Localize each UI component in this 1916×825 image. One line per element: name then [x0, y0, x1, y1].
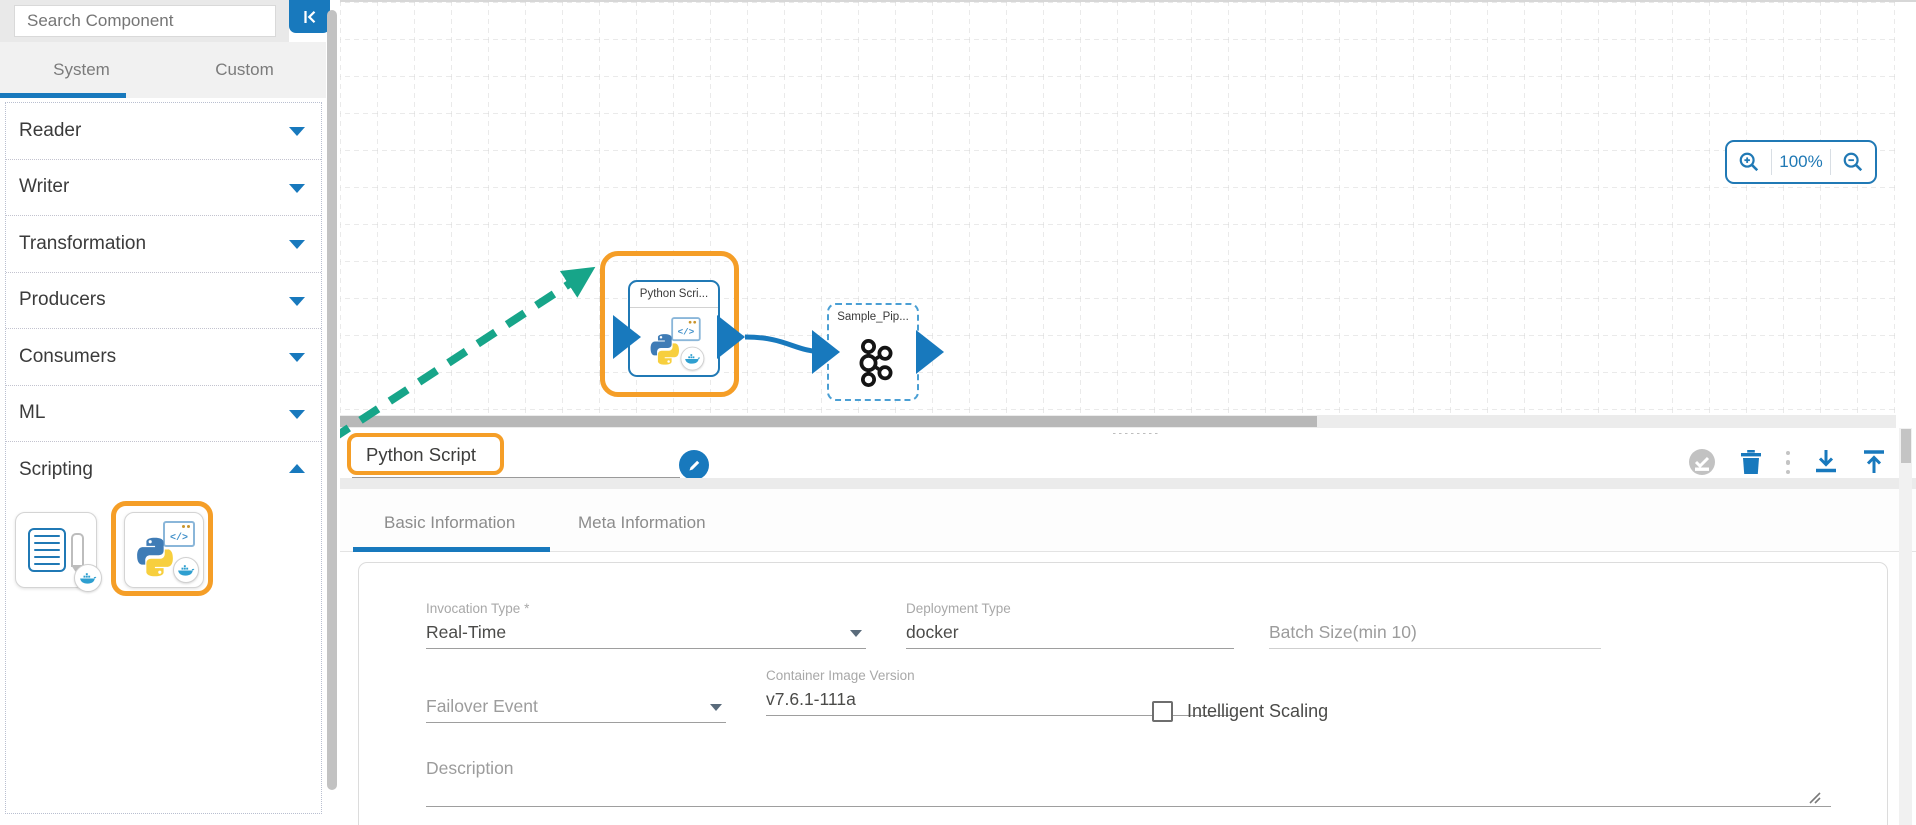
delete-button[interactable]	[1740, 449, 1762, 475]
component-accordion: Reader Writer Transformation Producers C…	[5, 102, 322, 814]
textarea-resize-handle[interactable]	[1807, 790, 1821, 804]
panel-action-buttons	[1688, 448, 1887, 477]
zoom-in-icon	[1739, 152, 1759, 172]
search-box	[14, 5, 299, 37]
description-textarea[interactable]: Description	[426, 758, 1831, 807]
component-name-input[interactable]: Python Script	[366, 444, 476, 466]
canvas-zoom-control: 100%	[1725, 140, 1877, 184]
panel-vscrollbar-thumb[interactable]	[1900, 429, 1911, 463]
canvas-hscrollbar-thumb[interactable]	[340, 416, 1317, 427]
download-config-button[interactable]	[1814, 449, 1838, 475]
search-input[interactable]	[15, 6, 299, 36]
component-name-row: Python Script	[340, 433, 1916, 480]
active-sidebar-tab-underline	[0, 93, 126, 98]
intelligent-scaling-checkbox[interactable]: Intelligent Scaling	[1152, 701, 1328, 722]
chevron-down-icon	[289, 296, 305, 306]
check-circle-icon	[1688, 449, 1715, 476]
chevron-down-icon	[289, 183, 305, 193]
tab-custom[interactable]: Custom	[163, 42, 326, 98]
canvas-hscrollbar-track[interactable]	[340, 415, 1896, 428]
pipeline-editor: 100% Python Scri... </> Sample_Pip... Py…	[0, 0, 1916, 825]
node-sample-pipeline[interactable]: Sample_Pip...	[827, 303, 919, 401]
invocation-type-select[interactable]: Invocation Type * Real-Time	[426, 601, 866, 649]
python-logo-icon	[650, 334, 680, 365]
chevron-down-icon	[850, 630, 862, 637]
batch-size-field[interactable]: Batch Size(min 10)	[1269, 601, 1601, 649]
category-ml[interactable]: ML	[6, 386, 321, 442]
docker-whale-icon	[178, 564, 195, 576]
sidebar-scrollbar-thumb[interactable]	[327, 10, 337, 790]
panel-tabs: Basic Information Meta Information	[340, 489, 1916, 552]
panel-divider	[340, 478, 1916, 489]
component-tile-python-script[interactable]: </>	[124, 512, 204, 588]
active-tab-underline	[353, 547, 550, 552]
script-document-icon	[28, 528, 66, 572]
tabs-hairline	[340, 551, 1916, 552]
component-config-panel: Python Script Basic Information Meta Inf…	[340, 428, 1916, 825]
chevron-down-icon	[289, 127, 305, 136]
trash-icon	[1740, 450, 1761, 475]
docker-whale-icon	[685, 353, 701, 364]
pencil-icon	[689, 460, 699, 470]
docker-badge	[74, 564, 102, 592]
failover-event-select[interactable]: Failover Event	[426, 675, 726, 723]
category-consumers[interactable]: Consumers	[6, 329, 321, 386]
canvas-grid	[340, 2, 1896, 417]
zoom-out-button[interactable]	[1831, 142, 1875, 182]
basic-information-form: Invocation Type * Real-Time Deployment T…	[358, 562, 1888, 825]
python-logo-icon	[137, 537, 173, 577]
component-sidebar: System Custom Reader Writer Transformati…	[0, 0, 340, 825]
docker-badge	[173, 557, 199, 583]
python-script-icon: </>	[647, 317, 705, 371]
collapse-sidebar-button[interactable]	[289, 0, 330, 33]
chevron-down-icon	[289, 240, 305, 249]
category-scripting[interactable]: Scripting	[6, 442, 321, 499]
more-options-button[interactable]	[1785, 448, 1790, 477]
chevron-down-icon	[289, 353, 305, 362]
pen-icon	[71, 533, 84, 574]
checkbox-icon[interactable]	[1152, 701, 1173, 722]
validate-button[interactable]	[1688, 448, 1716, 476]
category-transformation[interactable]: Transformation	[6, 216, 321, 273]
tab-system[interactable]: System	[0, 42, 163, 98]
category-reader[interactable]: Reader	[6, 103, 321, 160]
upload-icon	[1864, 450, 1884, 474]
node-python-script[interactable]: Python Scri... </>	[628, 280, 720, 377]
zoom-level: 100%	[1771, 149, 1831, 175]
docker-badge	[680, 346, 705, 371]
zoom-out-icon	[1843, 152, 1863, 172]
node-label: Python Scri...	[630, 282, 718, 308]
chevron-down-icon	[710, 704, 722, 711]
zoom-in-button[interactable]	[1727, 142, 1771, 182]
deployment-type-field[interactable]: Deployment Type docker	[906, 601, 1234, 649]
kafka-icon	[859, 339, 893, 387]
node-label: Sample_Pip...	[837, 311, 909, 323]
chevron-down-icon	[289, 409, 305, 419]
chevron-up-icon	[289, 464, 305, 473]
tab-meta-information[interactable]: Meta Information	[578, 513, 706, 533]
component-tile-script[interactable]	[15, 512, 102, 592]
panel-vscrollbar-track[interactable]	[1899, 428, 1912, 825]
collapse-left-icon	[303, 10, 315, 23]
sidebar-tabs: System Custom	[0, 42, 326, 98]
pipeline-canvas[interactable]	[340, 2, 1896, 417]
tab-basic-information[interactable]: Basic Information	[384, 513, 515, 533]
category-writer[interactable]: Writer	[6, 160, 321, 216]
download-icon	[1816, 450, 1836, 473]
category-producers[interactable]: Producers	[6, 273, 321, 329]
python-script-icon: </>	[133, 521, 199, 583]
edit-name-button[interactable]	[679, 450, 709, 480]
docker-whale-icon	[80, 572, 97, 584]
upload-config-button[interactable]	[1862, 449, 1886, 475]
